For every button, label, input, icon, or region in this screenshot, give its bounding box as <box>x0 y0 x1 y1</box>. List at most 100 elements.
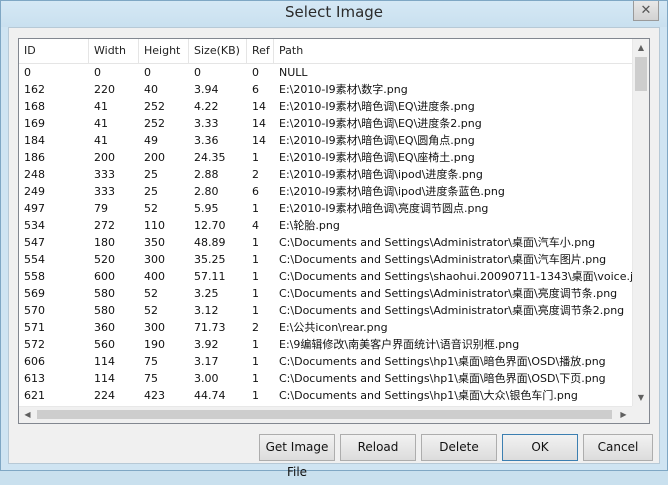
cell-width: 580 <box>94 287 115 300</box>
cell-id: 0 <box>24 66 31 79</box>
table-row[interactable]: 184 41 49 3.36 14 E:\2010-I9素材\暗色调\EQ\圆角点.png <box>19 132 639 149</box>
cell-height: 400 <box>144 270 165 283</box>
table-row[interactable]: 554 520 300 35.25 1 C:\Documents and Settings… <box>19 251 639 268</box>
cell-id: 168 <box>24 100 45 113</box>
cell-width: 560 <box>94 338 115 351</box>
cell-height: 75 <box>144 372 158 385</box>
cell-size: 3.17 <box>194 355 219 368</box>
table-row[interactable]: 621 224 423 44.74 1 C:\Documents and Settings… <box>19 387 639 404</box>
column-header-ref[interactable]: Ref <box>247 39 274 63</box>
cell-height: 252 <box>144 100 165 113</box>
cell-height: 52 <box>144 202 158 215</box>
cell-ref: 2 <box>252 321 259 334</box>
cell-size: 12.70 <box>194 219 226 232</box>
list-rows: 0 0 0 0 0 NULL 162 220 40 3.94 6 E:\2010-I9素材\数字.pn… <box>19 64 639 404</box>
cell-path: E:\2010-I9素材\暗色调\ipod\进度条蓝色.png <box>279 185 505 198</box>
cell-height: 52 <box>144 287 158 300</box>
cell-path: C:\Documents and Settings\Administrator\… <box>279 287 618 300</box>
cell-ref: 14 <box>252 117 266 130</box>
cell-size: 3.92 <box>194 338 219 351</box>
table-row[interactable]: 186 200 200 24.35 1 E:\2010-I9素材\暗色调\EQ\座椅土.p… <box>19 149 639 166</box>
column-header-size[interactable]: Size(KB) <box>189 39 247 63</box>
scroll-right-icon[interactable]: ▶ <box>615 407 632 423</box>
horizontal-scrollbar[interactable]: ◀ ▶ <box>19 406 632 423</box>
cell-width: 200 <box>94 151 115 164</box>
select-image-dialog: Select Image ✕ ID Width Height Size(KB) Ref P… <box>0 0 668 479</box>
scroll-up-icon[interactable]: ▲ <box>633 39 649 56</box>
cancel-button[interactable]: Cancel <box>583 434 653 461</box>
cell-path: E:\2010-I9素材\暗色调\EQ\座椅土.png <box>279 151 475 164</box>
table-row[interactable]: 571 360 300 71.73 2 E:\公共icon\rear.png <box>19 319 639 336</box>
cell-size: 3.94 <box>194 83 219 96</box>
column-header-id[interactable]: ID <box>19 39 89 63</box>
cell-path: E:\2010-I9素材\暗色调\EQ\进度条.png <box>279 100 475 113</box>
table-row[interactable]: 169 41 252 3.33 14 E:\2010-I9素材\暗色调\EQ\进度条2.p… <box>19 115 639 132</box>
delete-button[interactable]: Delete <box>421 434 497 461</box>
cell-ref: 1 <box>252 236 259 249</box>
table-row[interactable]: 547 180 350 48.89 1 C:\Documents and Settings… <box>19 234 639 251</box>
cell-path: C:\Documents and Settings\hp1\桌面\大众\银色车门… <box>279 389 578 402</box>
cell-ref: 14 <box>252 134 266 147</box>
table-row[interactable]: 497 79 52 5.95 1 E:\2010-I9素材\暗色调\亮度调节圆点.png <box>19 200 639 217</box>
table-row[interactable]: 248 333 25 2.88 2 E:\2010-I9素材\暗色调\ipod\进度条.p… <box>19 166 639 183</box>
cell-id: 497 <box>24 202 45 215</box>
cell-ref: 6 <box>252 83 259 96</box>
cell-width: 272 <box>94 219 115 232</box>
cell-ref: 1 <box>252 287 259 300</box>
dialog-body: ID Width Height Size(KB) Ref Path 0 0 0 0 0 NULL 16… <box>8 27 660 479</box>
scrollbar-corner <box>632 406 649 423</box>
cell-width: 520 <box>94 253 115 266</box>
cell-id: 569 <box>24 287 45 300</box>
cell-id: 558 <box>24 270 45 283</box>
table-row[interactable]: 572 560 190 3.92 1 E:\9编辑修改\南美客户界面统计\语音识别框.pn… <box>19 336 639 353</box>
cell-size: 48.89 <box>194 236 226 249</box>
vertical-scrollbar[interactable]: ▲ ▼ <box>632 39 649 406</box>
table-row[interactable]: 613 114 75 3.00 1 C:\Documents and Settings\h… <box>19 370 639 387</box>
table-row[interactable]: 249 333 25 2.80 6 E:\2010-I9素材\暗色调\ipod\进度条蓝色… <box>19 183 639 200</box>
column-header-path[interactable]: Path <box>274 39 639 63</box>
cell-ref: 1 <box>252 355 259 368</box>
table-row[interactable]: 534 272 110 12.70 4 E:\轮胎.png <box>19 217 639 234</box>
cell-width: 360 <box>94 321 115 334</box>
cell-ref: 1 <box>252 202 259 215</box>
image-list[interactable]: ID Width Height Size(KB) Ref Path 0 0 0 0 0 NULL 16… <box>18 38 650 424</box>
cell-height: 110 <box>144 219 165 232</box>
cell-ref: 1 <box>252 304 259 317</box>
cell-size: 3.12 <box>194 304 219 317</box>
cell-id: 169 <box>24 117 45 130</box>
get-image-file-button[interactable]: Get Image File <box>259 434 335 479</box>
cell-size: 3.00 <box>194 372 219 385</box>
table-row[interactable]: 558 600 400 57.11 1 C:\Documents and Settings… <box>19 268 639 285</box>
cell-size: 3.36 <box>194 134 219 147</box>
cell-width: 41 <box>94 100 108 113</box>
cell-size: 4.22 <box>194 100 219 113</box>
cell-height: 350 <box>144 236 165 249</box>
cell-height: 190 <box>144 338 165 351</box>
cell-ref: 1 <box>252 270 259 283</box>
table-row[interactable]: 570 580 52 3.12 1 C:\Documents and Settings\A… <box>19 302 639 319</box>
column-header-width[interactable]: Width <box>89 39 139 63</box>
ok-button[interactable]: OK <box>502 434 578 461</box>
column-header-height[interactable]: Height <box>139 39 189 63</box>
table-row[interactable]: 606 114 75 3.17 1 C:\Documents and Settings\h… <box>19 353 639 370</box>
cell-height: 25 <box>144 185 158 198</box>
table-row[interactable]: 0 0 0 0 0 NULL <box>19 64 639 81</box>
cell-path: E:\2010-I9素材\暗色调\ipod\进度条.png <box>279 168 483 181</box>
close-button[interactable]: ✕ <box>633 1 659 21</box>
cell-ref: 1 <box>252 338 259 351</box>
table-row[interactable]: 569 580 52 3.25 1 C:\Documents and Settings\A… <box>19 285 639 302</box>
cell-size: 5.95 <box>194 202 219 215</box>
cell-id: 554 <box>24 253 45 266</box>
cell-path: E:\2010-I9素材\数字.png <box>279 83 408 96</box>
reload-button[interactable]: Reload <box>340 434 416 461</box>
cell-ref: 4 <box>252 219 259 232</box>
vertical-scroll-thumb[interactable] <box>635 57 647 91</box>
horizontal-scroll-thumb[interactable] <box>37 410 612 419</box>
table-row[interactable]: 162 220 40 3.94 6 E:\2010-I9素材\数字.png <box>19 81 639 98</box>
scroll-down-icon[interactable]: ▼ <box>633 389 649 406</box>
table-row[interactable]: 168 41 252 4.22 14 E:\2010-I9素材\暗色调\EQ\进度条.pn… <box>19 98 639 115</box>
cell-width: 79 <box>94 202 108 215</box>
scroll-left-icon[interactable]: ◀ <box>19 407 36 423</box>
cell-height: 49 <box>144 134 158 147</box>
list-header: ID Width Height Size(KB) Ref Path <box>19 39 639 64</box>
